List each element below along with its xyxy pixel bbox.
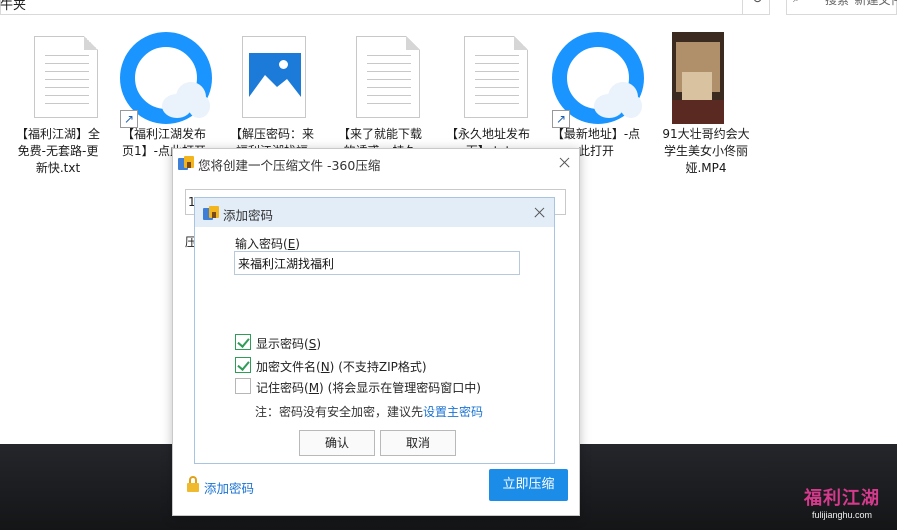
360zip-app-icon <box>178 156 194 170</box>
encrypt-filenames-hint: (不支持ZIP格式) <box>338 360 427 374</box>
checkbox-unchecked[interactable] <box>235 378 251 394</box>
qq-browser-shortcut-icon: ↗ <box>546 30 646 128</box>
compress-dialog-titlebar[interactable]: 您将创建一个压缩文件 -360压缩 <box>173 149 579 177</box>
explorer-toolbar: 牛夹 ↻ ⌕ 搜索"新建文件夹" <box>0 0 897 16</box>
checkbox-checked[interactable] <box>235 334 251 350</box>
add-password-titlebar[interactable]: 添加密码 <box>195 198 554 227</box>
ok-button[interactable]: 确认 <box>299 430 375 456</box>
file-item[interactable]: 【福利江湖】全 免费-无套路-更 新快.txt <box>8 30 108 177</box>
security-note: 注：密码没有安全加密，建议先设置主密码 <box>255 403 483 420</box>
file-label: 【福利江湖】全 免费-无套路-更 新快.txt <box>15 127 100 175</box>
refresh-icon: ↻ <box>752 0 763 7</box>
text-file-icon <box>330 30 430 126</box>
security-note-text: 注：密码没有安全加密，建议先 <box>255 405 424 419</box>
set-master-password-link[interactable]: 设置主密码 <box>423 405 483 419</box>
watermark-site: fulijianghu.com <box>811 510 873 520</box>
text-file-icon <box>438 30 538 126</box>
search-input[interactable]: ⌕ 搜索"新建文件夹" <box>786 0 897 15</box>
cancel-button[interactable]: 取消 <box>380 430 456 456</box>
add-password-title: 添加密码 <box>223 208 274 223</box>
360zip-app-icon <box>203 206 219 220</box>
checkbox-checked[interactable] <box>235 357 251 373</box>
lock-icon <box>187 476 200 492</box>
close-icon[interactable] <box>525 202 553 224</box>
remember-password-hint: (将会显示在管理密码窗口中) <box>327 381 481 395</box>
password-input[interactable] <box>234 251 520 275</box>
image-file-icon <box>222 30 322 126</box>
address-bar[interactable] <box>0 0 770 15</box>
address-bar-text: 牛夹 <box>0 0 27 13</box>
add-password-link-label: 添加密码 <box>204 481 255 496</box>
search-placeholder: 搜索"新建文件夹" <box>825 0 897 7</box>
close-icon[interactable] <box>550 152 578 174</box>
text-file-icon <box>8 30 108 126</box>
password-field-label: 输入密码(E) <box>235 237 300 251</box>
search-icon: ⌕ <box>793 0 800 6</box>
shortcut-arrow-icon: ↗ <box>552 110 570 128</box>
shortcut-arrow-icon: ↗ <box>120 110 138 128</box>
site-watermark: 福利江湖 fulijianghu.com <box>794 484 890 520</box>
add-password-dialog: 添加密码 输入密码(E) 显示密码(S) 加密文件名(N) (不支持ZIP格式)… <box>194 197 555 464</box>
watermark-title: 福利江湖 <box>804 488 880 508</box>
file-label: 91大壮哥约会大 学生美女小佟丽 娅.MP4 <box>662 127 750 175</box>
file-item[interactable]: 91大壮哥约会大 学生美女小佟丽 娅.MP4 <box>656 30 756 177</box>
compress-dialog-title: 您将创建一个压缩文件 -360压缩 <box>198 158 381 173</box>
qq-browser-shortcut-icon: ↗ <box>114 30 214 128</box>
refresh-button[interactable]: ↻ <box>742 0 770 15</box>
compress-now-button[interactable]: 立即压缩 <box>489 469 568 501</box>
video-thumbnail <box>656 30 756 126</box>
